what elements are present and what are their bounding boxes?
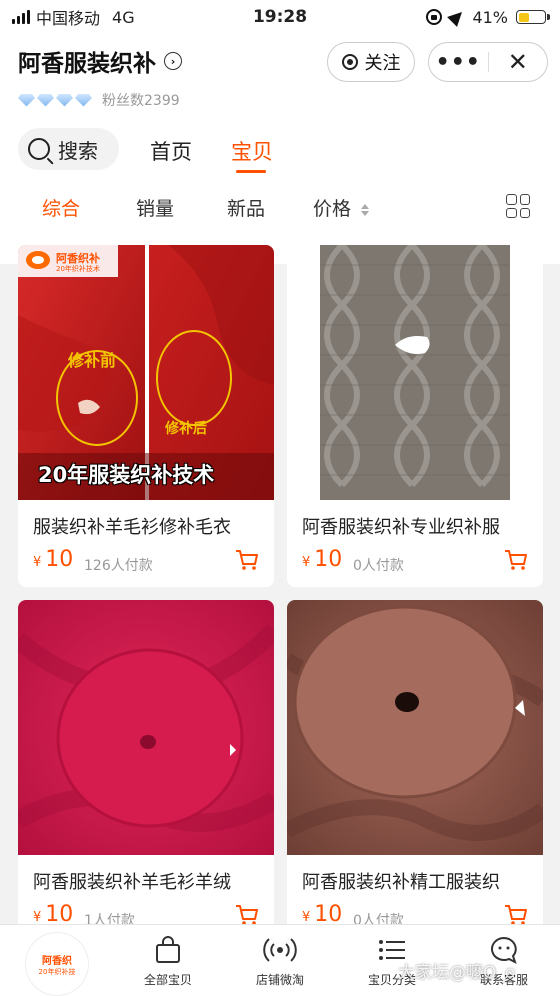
cart-icon[interactable] <box>235 904 259 926</box>
image-banner-text: 20年服装织补技术 <box>38 463 215 487</box>
diamond-icon <box>18 93 35 107</box>
cart-icon[interactable] <box>504 904 528 926</box>
broadcast-icon <box>341 54 358 70</box>
fans-count: 粉丝数2399 <box>102 93 180 109</box>
rotation-lock-icon <box>426 9 443 25</box>
product-price: ¥ 10 <box>302 547 342 572</box>
sort-price[interactable]: 价格 <box>313 194 370 221</box>
grid-view-icon[interactable] <box>506 194 530 218</box>
search-label: 搜索 <box>58 138 98 163</box>
sold-count: 0人付款 <box>353 558 404 574</box>
product-card[interactable]: 阿香服装织补羊毛衫羊绒 ¥ 10 1人付款 <box>18 600 274 942</box>
image-label-after: 修补后 <box>165 421 207 437</box>
product-title: 服装织补羊毛衫修补毛衣 <box>33 517 231 538</box>
network-label: 4G <box>112 7 135 27</box>
tab-shop-feed-label: 店铺微淘 <box>255 973 304 987</box>
signal-icon <box>12 10 30 24</box>
currency-symbol: ¥ <box>302 555 311 570</box>
product-card[interactable]: 阿香服装织补精工服装织 ¥ 10 0人付款 <box>287 600 543 942</box>
chevron-right-icon: › <box>164 52 182 70</box>
currency-symbol: ¥ <box>33 555 42 570</box>
battery-icon <box>516 10 550 24</box>
currency-symbol: ¥ <box>33 910 42 925</box>
location-icon <box>447 7 468 27</box>
search-icon <box>28 138 50 160</box>
price-value: 10 <box>45 547 74 572</box>
active-tab-indicator <box>236 170 266 173</box>
product-image: 阿香织补 20年织补技术 修补前 修补后 20年服装织补技术 <box>18 245 274 500</box>
sold-count: 126人付款 <box>84 558 153 574</box>
product-title: 阿香服装织补羊毛衫羊绒 <box>33 872 231 893</box>
cart-icon[interactable] <box>504 549 528 571</box>
battery-percent: 41% <box>472 7 508 27</box>
shop-logo[interactable]: 阿香织 20年织补技 <box>26 933 88 995</box>
diamond-icon <box>56 93 73 107</box>
diamond-icon <box>75 93 92 107</box>
fans-row: 粉丝数2399 <box>18 90 180 110</box>
mini-program-capsule: ••• ✕ <box>428 42 548 82</box>
shop-logo-sub: 20年织补技 <box>38 967 76 976</box>
search-button[interactable]: 搜索 <box>18 128 119 170</box>
sort-sales[interactable]: 销量 <box>136 194 174 221</box>
product-image <box>287 245 543 500</box>
shop-title[interactable]: 阿香服装织补 › <box>18 44 182 78</box>
sort-arrows-icon <box>361 203 370 216</box>
product-price: ¥ 10 <box>33 547 73 572</box>
price-value: 10 <box>314 547 343 572</box>
status-right: 41% <box>426 7 550 27</box>
product-card[interactable]: 阿香织补 20年织补技术 修补前 修补后 20年服装织补技术 服装织补羊毛衫修补… <box>18 245 274 587</box>
tab-all-items[interactable]: 全部宝贝 <box>123 935 213 988</box>
sort-price-label: 价格 <box>313 198 352 220</box>
diamond-icon <box>37 93 54 107</box>
follow-label: 关注 <box>364 53 401 74</box>
sort-bar: 综合 销量 新品 价格 <box>0 184 560 228</box>
bag-icon <box>123 935 213 965</box>
shop-header: 阿香服装织补 › 关注 ••• ✕ 粉丝数2399 搜索 首页 宝贝 综合 销量… <box>0 34 560 264</box>
close-button[interactable]: ✕ <box>489 48 548 76</box>
sort-new[interactable]: 新品 <box>227 194 265 221</box>
tab-shop-feed[interactable]: 店铺微淘 <box>235 935 325 988</box>
follow-button[interactable]: 关注 <box>327 42 415 82</box>
image-logo-sub: 20年织补技术 <box>56 265 100 273</box>
shop-rating-diamonds <box>18 93 92 107</box>
broadcast-icon <box>235 935 325 965</box>
more-button[interactable]: ••• <box>429 50 488 75</box>
sort-overall[interactable]: 综合 <box>42 194 80 221</box>
product-title: 阿香服装织补精工服装织 <box>302 872 500 893</box>
tab-items[interactable]: 宝贝 <box>231 136 273 166</box>
shop-logo-text: 阿香织 <box>42 955 72 967</box>
shop-name: 阿香服装织补 <box>18 51 156 77</box>
status-left: 中国移动 4G <box>12 5 135 29</box>
status-bar: 中国移动 4G 19:28 41% <box>0 0 560 34</box>
product-image <box>287 600 543 855</box>
watermark-text: 大家坛@嚒O_o <box>398 963 516 983</box>
product-image <box>18 600 274 855</box>
product-card[interactable]: 阿香服装织补专业织补服 ¥ 10 0人付款 <box>287 245 543 587</box>
carrier-label: 中国移动 <box>36 9 101 28</box>
image-label-before: 修补前 <box>68 351 117 370</box>
tab-home[interactable]: 首页 <box>150 136 192 166</box>
currency-symbol: ¥ <box>302 910 311 925</box>
cart-icon[interactable] <box>235 549 259 571</box>
tab-all-items-label: 全部宝贝 <box>143 973 192 987</box>
product-title: 阿香服装织补专业织补服 <box>302 517 500 538</box>
